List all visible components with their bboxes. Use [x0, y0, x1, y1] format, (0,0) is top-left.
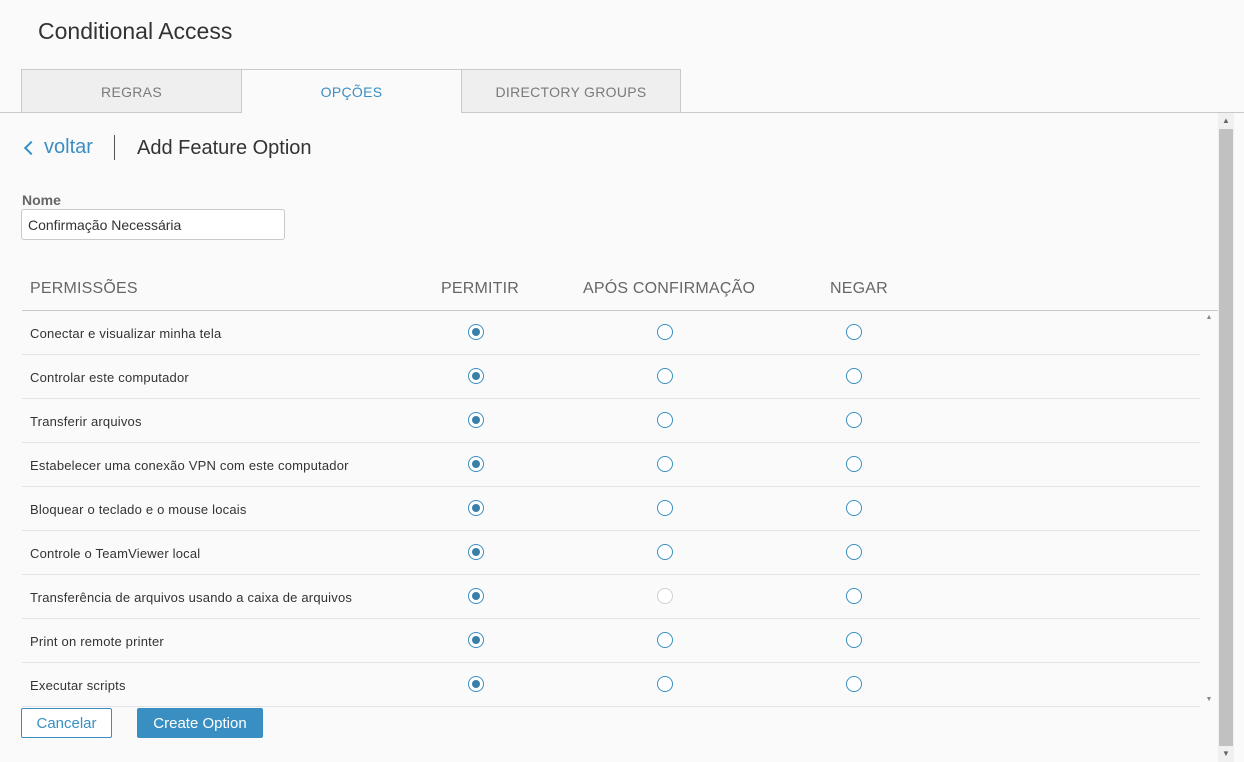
- radio-after-confirmation[interactable]: [657, 456, 673, 472]
- table-row: Controlar este computador: [22, 355, 1200, 399]
- radio-deny[interactable]: [846, 368, 862, 384]
- table-row: Executar scripts: [22, 663, 1200, 707]
- radio-after-confirmation[interactable]: [657, 588, 673, 604]
- table-row: Conectar e visualizar minha tela: [22, 311, 1200, 355]
- tab-opcoes[interactable]: OPÇÕES: [241, 69, 462, 114]
- back-link-label: voltar: [44, 136, 93, 158]
- permission-label: Estabelecer uma conexão VPN com este com…: [30, 458, 349, 473]
- radio-deny[interactable]: [846, 412, 862, 428]
- back-link[interactable]: voltar: [22, 136, 93, 159]
- name-input[interactable]: [21, 209, 285, 240]
- radio-deny[interactable]: [846, 500, 862, 516]
- table-row: Transferir arquivos: [22, 399, 1200, 443]
- radio-deny[interactable]: [846, 456, 862, 472]
- radio-allow[interactable]: [468, 324, 484, 340]
- radio-allow[interactable]: [468, 500, 484, 516]
- page-scrollbar[interactable]: ▲ ▼: [1218, 113, 1234, 762]
- permission-label: Transferir arquivos: [30, 414, 142, 429]
- permission-label: Print on remote printer: [30, 634, 164, 649]
- scroll-up-arrow-icon[interactable]: ▲: [1218, 113, 1234, 129]
- radio-allow[interactable]: [468, 544, 484, 560]
- tab-bar: REGRAS OPÇÕES DIRECTORY GROUPS: [0, 69, 1244, 114]
- radio-after-confirmation[interactable]: [657, 500, 673, 516]
- radio-allow[interactable]: [468, 368, 484, 384]
- create-option-button[interactable]: Create Option: [137, 708, 263, 738]
- table-row: Print on remote printer: [22, 619, 1200, 663]
- permissions-table-body: Conectar e visualizar minha tela Control…: [22, 311, 1200, 707]
- permission-label: Controlar este computador: [30, 370, 189, 385]
- radio-after-confirmation[interactable]: [657, 324, 673, 340]
- table-scrollbar[interactable]: ▲ ▼: [1200, 311, 1218, 707]
- header-divider: [114, 135, 115, 160]
- column-header-after-confirmation: APÓS CONFIRMAÇÃO: [583, 280, 756, 297]
- scroll-down-arrow-icon[interactable]: ▼: [1200, 693, 1218, 707]
- radio-deny[interactable]: [846, 588, 862, 604]
- radio-after-confirmation[interactable]: [657, 412, 673, 428]
- column-header-deny: NEGAR: [830, 280, 888, 297]
- tab-directory-groups[interactable]: DIRECTORY GROUPS: [461, 69, 681, 113]
- table-row: Estabelecer uma conexão VPN com este com…: [22, 443, 1200, 487]
- radio-deny[interactable]: [846, 632, 862, 648]
- column-header-permissions: PERMISSÕES: [30, 280, 138, 297]
- radio-after-confirmation[interactable]: [657, 676, 673, 692]
- radio-allow[interactable]: [468, 588, 484, 604]
- permission-label: Executar scripts: [30, 678, 126, 693]
- scroll-up-arrow-icon[interactable]: ▲: [1200, 311, 1218, 325]
- radio-allow[interactable]: [468, 676, 484, 692]
- app-title: Conditional Access: [38, 18, 233, 44]
- radio-allow[interactable]: [468, 412, 484, 428]
- column-header-allow: PERMITIR: [441, 280, 520, 297]
- name-label: Nome: [22, 192, 61, 208]
- cancel-button[interactable]: Cancelar: [21, 708, 112, 738]
- permission-label: Conectar e visualizar minha tela: [30, 326, 222, 341]
- scrollbar-thumb[interactable]: [1219, 129, 1233, 746]
- table-row: Bloquear o teclado e o mouse locais: [22, 487, 1200, 531]
- page-title: Add Feature Option: [137, 137, 312, 159]
- table-row: Transferência de arquivos usando a caixa…: [22, 575, 1200, 619]
- permission-label: Transferência de arquivos usando a caixa…: [30, 590, 353, 605]
- permission-label: Controle o TeamViewer local: [30, 546, 201, 561]
- radio-deny[interactable]: [846, 324, 862, 340]
- scroll-down-arrow-icon[interactable]: ▼: [1218, 746, 1234, 762]
- table-row: Controle o TeamViewer local: [22, 531, 1200, 575]
- radio-allow[interactable]: [468, 456, 484, 472]
- permission-label: Bloquear o teclado e o mouse locais: [30, 502, 247, 517]
- radio-deny[interactable]: [846, 676, 862, 692]
- permissions-table-header: PERMISSÕES PERMITIR APÓS CONFIRMAÇÃO NEG…: [22, 273, 1218, 311]
- radio-deny[interactable]: [846, 544, 862, 560]
- radio-after-confirmation[interactable]: [657, 368, 673, 384]
- radio-after-confirmation[interactable]: [657, 544, 673, 560]
- chevron-left-icon: [23, 140, 39, 155]
- radio-after-confirmation[interactable]: [657, 632, 673, 648]
- radio-allow[interactable]: [468, 632, 484, 648]
- main-content: voltar Add Feature Option Nome PERMISSÕE…: [0, 113, 1218, 762]
- tab-regras[interactable]: REGRAS: [21, 69, 242, 113]
